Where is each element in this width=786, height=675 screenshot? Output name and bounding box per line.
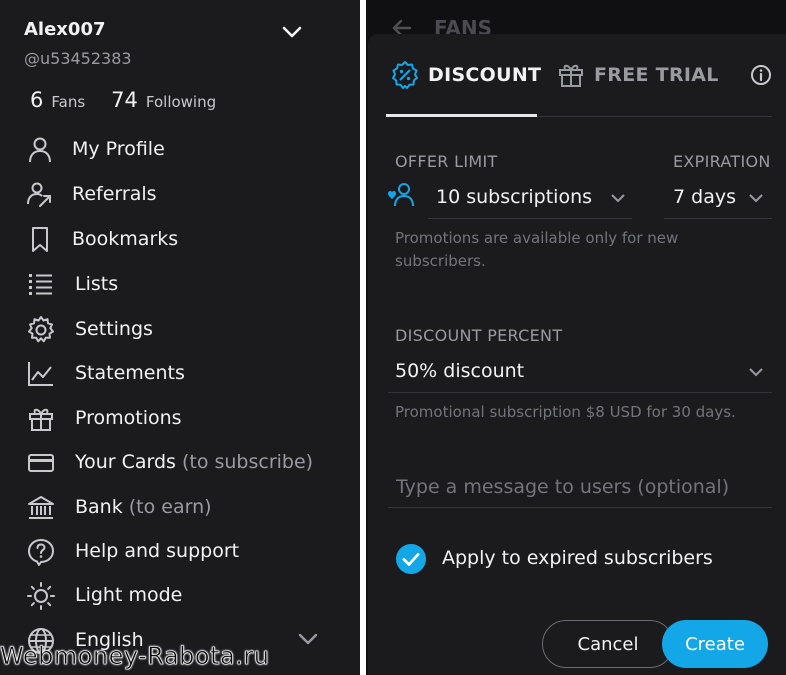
sidebar-item-settings[interactable]: Settings bbox=[0, 307, 360, 351]
chart-line-icon bbox=[26, 359, 56, 389]
discount-percent-value: 50% discount bbox=[395, 360, 525, 382]
sidebar-item-help[interactable]: Help and support bbox=[0, 529, 360, 573]
info-icon[interactable] bbox=[750, 64, 772, 86]
tab-discount[interactable]: DISCOUNT bbox=[390, 60, 541, 90]
sidebar-item-promotions[interactable]: Promotions bbox=[0, 396, 360, 440]
discount-badge-icon bbox=[392, 61, 418, 89]
sidebar-item-my-profile[interactable]: My Profile bbox=[0, 127, 360, 171]
watermark-text: Webmoney-Rabota.ru bbox=[0, 642, 270, 671]
expiration-value: 7 days bbox=[673, 186, 736, 208]
chevron-down-icon bbox=[749, 368, 763, 377]
sidebar-item-referrals[interactable]: Referrals bbox=[0, 172, 360, 216]
card-icon bbox=[26, 448, 56, 478]
chevron-down-icon[interactable] bbox=[296, 630, 320, 648]
chevron-down-icon bbox=[749, 194, 763, 203]
promotion-modal: DISCOUNT FREE TRIAL OFFER LIMIT EXPIRATI… bbox=[368, 34, 786, 675]
following-label[interactable]: Following bbox=[146, 93, 216, 111]
tab-free-trial[interactable]: FREE TRIAL bbox=[556, 60, 719, 90]
help-icon bbox=[26, 537, 56, 567]
sidebar-item-label-wrap: Your Cards (to subscribe) bbox=[75, 451, 313, 473]
sidebar-item-bank[interactable]: Bank (to earn) bbox=[0, 485, 360, 529]
chevron-down-icon[interactable] bbox=[281, 24, 303, 40]
user-icon bbox=[26, 135, 56, 165]
checkmark-icon bbox=[402, 553, 420, 566]
message-input[interactable] bbox=[388, 466, 772, 508]
following-count[interactable]: 74 bbox=[111, 88, 138, 112]
sidebar-item-statements[interactable]: Statements bbox=[0, 351, 360, 395]
offer-limit-label: OFFER LIMIT bbox=[395, 152, 498, 171]
tab-label: DISCOUNT bbox=[428, 64, 542, 86]
offer-limit-select[interactable]: 10 subscriptions bbox=[428, 178, 632, 219]
expiration-label: EXPIRATION bbox=[673, 152, 771, 171]
user-stats: 6 Fans 74 Following bbox=[30, 88, 242, 112]
bookmark-icon bbox=[26, 225, 56, 255]
user-display-name[interactable]: Alex007 bbox=[24, 19, 106, 40]
sidebar-item-light-mode[interactable]: Light mode bbox=[0, 573, 360, 617]
sidebar-item-label: Bookmarks bbox=[72, 228, 179, 250]
sun-icon bbox=[26, 581, 56, 611]
sidebar-item-label: Referrals bbox=[72, 183, 157, 205]
user-handle: @u53452383 bbox=[24, 49, 132, 68]
apply-expired-label[interactable]: Apply to expired subscribers bbox=[442, 547, 713, 569]
referrals-icon bbox=[26, 180, 56, 210]
list-icon bbox=[26, 270, 56, 300]
sidebar-item-label: My Profile bbox=[72, 138, 165, 160]
fans-count[interactable]: 6 bbox=[30, 88, 43, 112]
cancel-button[interactable]: Cancel bbox=[542, 620, 674, 668]
sidebar-item-label: Your Cards bbox=[75, 451, 176, 473]
gear-icon bbox=[26, 315, 56, 345]
offer-limit-value: 10 subscriptions bbox=[436, 186, 593, 208]
bank-icon bbox=[26, 493, 56, 523]
sidebar-item-label: Help and support bbox=[75, 540, 240, 562]
sidebar-item-sublabel: (to earn) bbox=[128, 496, 212, 518]
active-tab-indicator bbox=[386, 114, 537, 117]
apply-expired-checkbox[interactable] bbox=[396, 544, 426, 574]
sidebar-item-bookmarks[interactable]: Bookmarks bbox=[0, 217, 360, 261]
sidebar-item-your-cards[interactable]: Your Cards (to subscribe) bbox=[0, 440, 360, 484]
gift-icon bbox=[559, 64, 583, 87]
expiration-select[interactable]: 7 days bbox=[664, 178, 772, 219]
sidebar-item-label: Bank bbox=[75, 496, 123, 518]
sidebar-item-label: Light mode bbox=[75, 584, 183, 606]
promotion-screen: FANS DISCOUNT FREE TRIAL OFFER LIMIT EXP… bbox=[366, 0, 786, 675]
sidebar-item-label: Lists bbox=[75, 273, 119, 295]
tab-label: FREE TRIAL bbox=[594, 64, 719, 86]
sidebar-menu: Alex007 @u53452383 6 Fans 74 Following M… bbox=[0, 0, 360, 675]
offer-hint: Promotions are available only for new su… bbox=[395, 229, 679, 270]
sidebar-item-lists[interactable]: Lists bbox=[0, 262, 360, 306]
discount-percent-select[interactable]: 50% discount bbox=[388, 352, 772, 393]
sidebar-item-label: Promotions bbox=[75, 407, 182, 429]
fans-label[interactable]: Fans bbox=[51, 93, 85, 111]
discount-percent-label: DISCOUNT PERCENT bbox=[395, 326, 563, 345]
sidebar-item-label-wrap: Bank (to earn) bbox=[75, 496, 212, 518]
sidebar-item-sublabel: (to subscribe) bbox=[181, 451, 314, 473]
create-button[interactable]: Create bbox=[662, 620, 768, 668]
gift-icon bbox=[26, 404, 56, 434]
chevron-down-icon bbox=[611, 194, 625, 203]
sidebar-item-label: Statements bbox=[75, 362, 185, 384]
sidebar-item-label: Settings bbox=[75, 318, 153, 340]
subscriber-heart-icon bbox=[388, 183, 414, 207]
discount-hint: Promotional subscription $8 USD for 30 d… bbox=[395, 403, 736, 421]
